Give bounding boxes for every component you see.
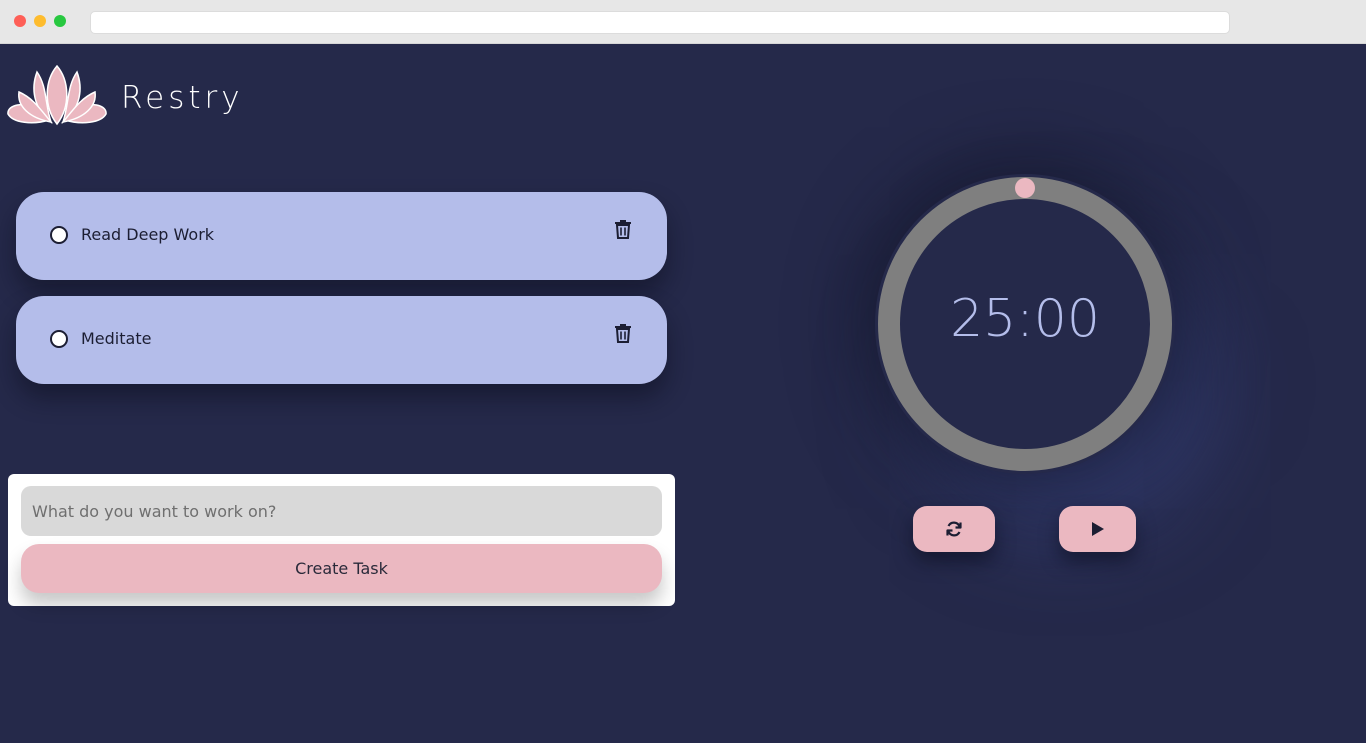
address-bar[interactable] bbox=[90, 11, 1230, 34]
brand-name: Restry bbox=[121, 80, 244, 116]
task-label: Read Deep Work bbox=[81, 225, 215, 244]
timer-display: 25:00 bbox=[950, 289, 1100, 349]
task-label: Meditate bbox=[81, 329, 152, 348]
minimize-window-button[interactable] bbox=[34, 15, 46, 27]
task-complete-radio[interactable] bbox=[50, 330, 68, 348]
play-button[interactable] bbox=[1059, 506, 1136, 552]
play-icon bbox=[1091, 522, 1104, 536]
trash-icon[interactable] bbox=[614, 219, 632, 239]
app-container: Restry Read Deep Work Meditate Create Ta… bbox=[0, 44, 1366, 743]
timer-progress-knob[interactable] bbox=[1015, 178, 1035, 198]
refresh-icon bbox=[946, 521, 962, 537]
reset-button[interactable] bbox=[913, 506, 995, 552]
lotus-icon bbox=[7, 64, 107, 126]
task-card: Meditate bbox=[16, 296, 667, 384]
task-complete-radio[interactable] bbox=[50, 226, 68, 244]
close-window-button[interactable] bbox=[14, 15, 26, 27]
new-task-form: Create Task bbox=[8, 474, 675, 606]
task-input[interactable] bbox=[21, 486, 662, 536]
browser-titlebar bbox=[0, 0, 1366, 44]
task-card: Read Deep Work bbox=[16, 192, 667, 280]
create-task-button[interactable]: Create Task bbox=[21, 544, 662, 593]
trash-icon[interactable] bbox=[614, 323, 632, 343]
maximize-window-button[interactable] bbox=[54, 15, 66, 27]
